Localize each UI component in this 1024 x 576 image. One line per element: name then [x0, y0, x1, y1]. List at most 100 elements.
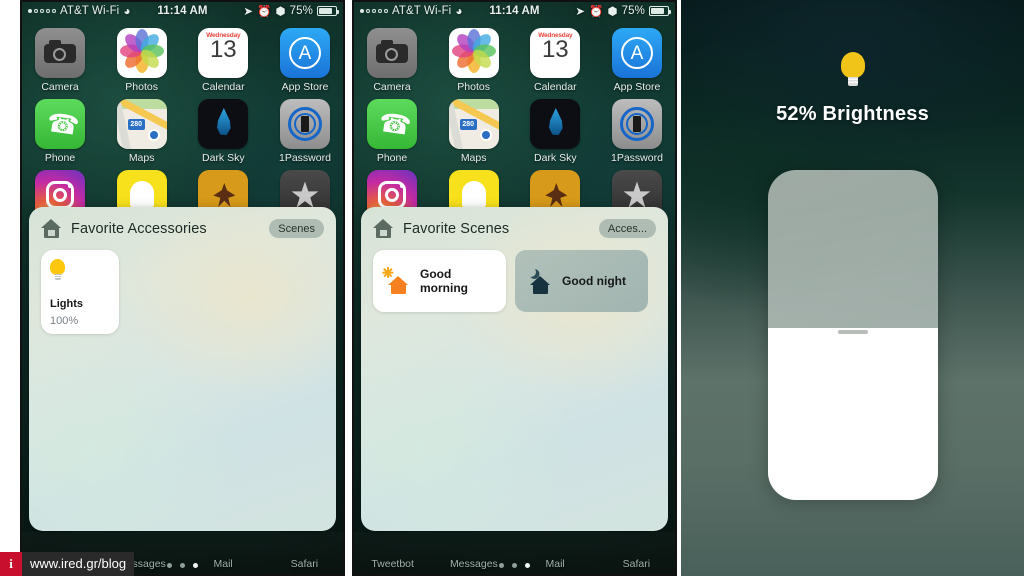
dock: Tweetbot Messages Mail Safari [352, 532, 677, 576]
phone-panel-brightness: 52% Brightness [681, 0, 1024, 576]
calendar-app-icon: Wednesday 13 [530, 28, 581, 78]
bluetooth-icon: ⬢ [275, 6, 286, 18]
carrier-label: AT&T Wi-Fi [60, 5, 120, 17]
status-bar: AT&T Wi-Fi ◕ 11:14 AM ➤ ⏰ ⬢ 75% [20, 0, 345, 22]
app-camera[interactable]: Camera [362, 28, 422, 93]
app-label: App Store [613, 81, 661, 93]
app-label: Calendar [534, 81, 577, 93]
camera-app-icon [35, 28, 85, 78]
app-label: Camera [373, 81, 411, 93]
camera-app-icon [367, 28, 417, 78]
sun-house-icon [382, 267, 411, 294]
app-label: Dark Sky [202, 152, 245, 164]
wifi-icon: ◕ [123, 4, 131, 18]
app-photos[interactable]: Photos [444, 28, 504, 93]
alarm-clock-icon: ⏰ [589, 6, 604, 18]
photos-app-icon [116, 28, 167, 78]
app-label: Phone [376, 152, 408, 164]
dark-sky-app-icon [530, 99, 581, 149]
app-calendar[interactable]: Wednesday 13 Calendar [193, 28, 253, 93]
app-label: Phone [44, 152, 76, 164]
app-row-2: ☎ Phone 280 Maps Dark Sky 1Password [362, 99, 667, 164]
app-dark-sky[interactable]: Dark Sky [193, 99, 253, 164]
carrier-label: AT&T Wi-Fi [392, 5, 452, 17]
accessories-toggle-button[interactable]: Acces... [598, 219, 656, 238]
scene-name: Good morning [420, 267, 468, 295]
app-label: Photos [457, 81, 490, 93]
app-label: Camera [41, 81, 79, 93]
accessory-tiles: Lights 100% [29, 238, 336, 334]
app-app-store[interactable]: A App Store [607, 28, 667, 93]
maps-route-badge: 280 [459, 119, 477, 130]
brightness-slider[interactable] [767, 170, 938, 500]
lightbulb-icon [50, 259, 65, 281]
status-bar: AT&T Wi-Fi ◕ 11:14 AM ➤ ⏰ ⬢ 75% [352, 0, 677, 22]
maps-route-badge: 280 [127, 119, 145, 130]
ired-logo-icon: i [0, 552, 22, 576]
app-1password[interactable]: 1Password [607, 99, 667, 164]
widget-title: Favorite Accessories [71, 220, 207, 237]
bluetooth-icon: ⬢ [607, 6, 618, 18]
app-phone[interactable]: ☎ Phone [30, 99, 90, 164]
battery-percent-label: 75% [289, 5, 313, 17]
app-dark-sky[interactable]: Dark Sky [525, 99, 585, 164]
slider-grip[interactable] [837, 330, 868, 335]
page-dots [352, 563, 677, 568]
app-photos[interactable]: Photos [112, 28, 172, 93]
watermark: i www.ired.gr/blog [0, 552, 135, 576]
scene-tile-good-night[interactable]: Good night [515, 250, 648, 312]
widget-title: Favorite Scenes [403, 220, 510, 237]
app-1password[interactable]: 1Password [275, 99, 335, 164]
app-store-app-icon: A [279, 28, 330, 78]
maps-app-icon: 280 [116, 99, 167, 149]
scene-name: Good night [562, 274, 626, 288]
brightness-label: 52% Brightness [776, 103, 929, 125]
app-label: 1Password [610, 152, 663, 164]
app-phone[interactable]: ☎ Phone [362, 99, 422, 164]
app-calendar[interactable]: Wednesday 13 Calendar [525, 28, 585, 93]
accessory-name: Lights [50, 298, 83, 310]
scenes-toggle-button[interactable]: Scenes [269, 219, 324, 238]
app-grid: Camera Photos Wednesday 13 Calendar A Ap… [352, 22, 677, 223]
location-arrow-icon: ➤ [243, 6, 254, 18]
wifi-icon: ◕ [455, 4, 463, 18]
home-icon [373, 219, 394, 238]
phone-panel-scenes: AT&T Wi-Fi ◕ 11:14 AM ➤ ⏰ ⬢ 75% Camera P… [352, 0, 677, 576]
app-maps[interactable]: 280 Maps [444, 99, 504, 164]
app-label: Maps [460, 152, 487, 164]
accessory-tile-lights[interactable]: Lights 100% [41, 250, 119, 334]
home-icon [41, 219, 62, 238]
dark-sky-app-icon [198, 99, 249, 149]
app-label: Maps [128, 152, 155, 164]
app-camera[interactable]: Camera [30, 28, 90, 93]
app-maps[interactable]: 280 Maps [112, 99, 172, 164]
scene-tiles: Good morning Good night [361, 238, 668, 312]
widget-header: Favorite Scenes Acces... [361, 207, 668, 238]
onepassword-app-icon [611, 99, 662, 149]
app-row-1: Camera Photos Wednesday 13 Calendar A Ap… [30, 28, 335, 93]
app-label: Calendar [202, 81, 245, 93]
app-grid: Camera Photos Wednesday 13 Calendar A Ap… [20, 22, 345, 223]
accessory-value: 100% [50, 315, 79, 327]
watermark-url: www.ired.gr/blog [22, 552, 135, 576]
battery-percent-label: 75% [621, 5, 645, 17]
phone-panel-accessories: AT&T Wi-Fi ◕ 11:14 AM ➤ ⏰ ⬢ 75% Camera P… [20, 0, 345, 576]
lightbulb-icon [840, 52, 865, 86]
app-label: Dark Sky [534, 152, 577, 164]
scene-tile-good-morning[interactable]: Good morning [373, 250, 506, 312]
signal-strength-icon [28, 9, 56, 13]
calendar-day-number: 13 [541, 36, 569, 63]
app-label: Photos [125, 81, 158, 93]
alarm-clock-icon: ⏰ [257, 6, 272, 18]
signal-strength-icon [360, 9, 388, 13]
app-store-app-icon: A [611, 28, 662, 78]
phone-app-icon: ☎ [367, 99, 417, 149]
maps-app-icon: 280 [448, 99, 499, 149]
app-row-1: Camera Photos Wednesday 13 Calendar A Ap… [362, 28, 667, 93]
app-app-store[interactable]: A App Store [275, 28, 335, 93]
photos-app-icon [448, 28, 499, 78]
brightness-control: 52% Brightness [681, 0, 1024, 576]
widget-header: Favorite Accessories Scenes [29, 207, 336, 238]
app-label: App Store [281, 81, 329, 93]
moon-house-icon [525, 268, 553, 294]
